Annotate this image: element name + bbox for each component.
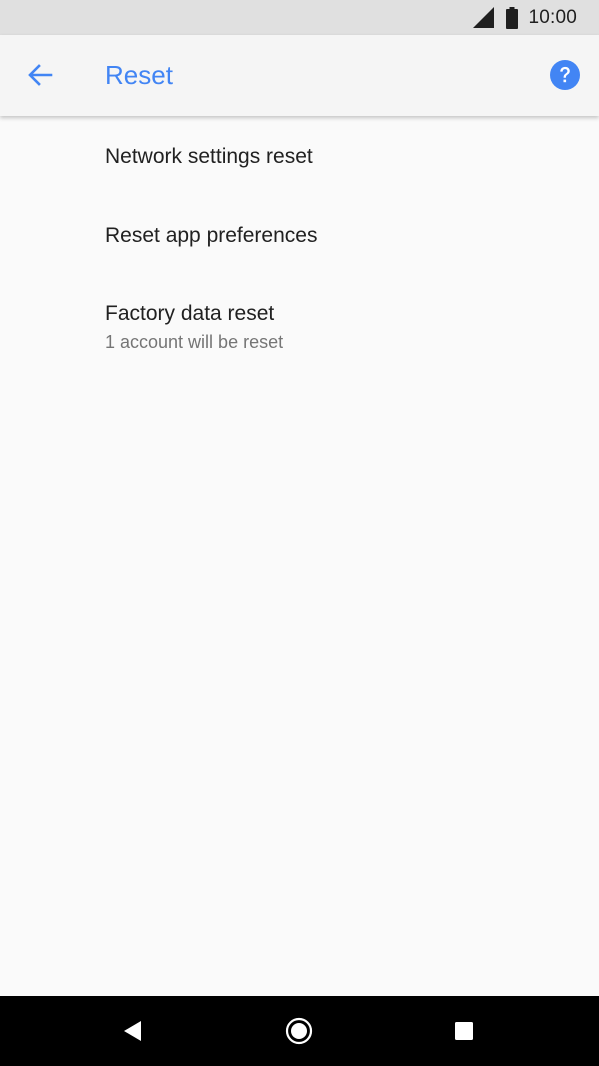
- item-summary: 1 account will be reset: [105, 332, 284, 352]
- nav-back-icon: [124, 1021, 141, 1041]
- nav-home-button[interactable]: [274, 1006, 324, 1056]
- arrow-back-icon: [28, 64, 53, 86]
- nav-home-icon: [285, 1017, 313, 1045]
- app-bar: Reset: [0, 35, 599, 116]
- status-bar: 10:00: [0, 0, 599, 35]
- status-indicators: 10:00: [473, 0, 577, 35]
- back-button[interactable]: [16, 51, 64, 99]
- item-title: Network settings reset: [105, 145, 313, 168]
- status-time: 10:00: [528, 6, 577, 28]
- settings-list: Network settings reset Reset app prefere…: [0, 116, 599, 367]
- nav-back-button[interactable]: [108, 1006, 158, 1056]
- signal-icon: [473, 7, 495, 28]
- nav-recents-button[interactable]: [439, 1006, 489, 1056]
- help-icon: [550, 60, 580, 90]
- reset-app-preferences-item[interactable]: Reset app preferences: [0, 195, 599, 273]
- item-title: Factory data reset: [105, 302, 275, 325]
- factory-data-reset-item[interactable]: Factory data reset 1 account will be res…: [0, 273, 599, 367]
- help-button[interactable]: [547, 57, 583, 93]
- screen: 10:00 Reset Network settings reset Reset…: [0, 0, 599, 1066]
- item-title: Reset app preferences: [105, 224, 318, 247]
- network-settings-reset-item[interactable]: Network settings reset: [0, 116, 599, 195]
- battery-icon: [506, 6, 519, 29]
- navigation-bar: [0, 996, 599, 1066]
- page-title: Reset: [105, 60, 173, 90]
- nav-recents-icon: [455, 1022, 473, 1040]
